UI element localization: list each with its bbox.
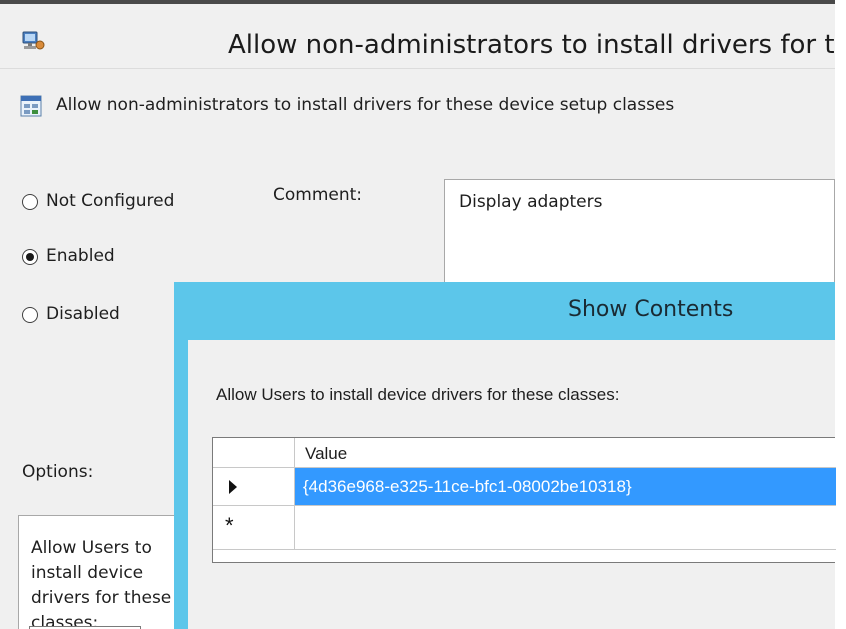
policy-app-icon (22, 31, 45, 50)
radio-label: Disabled (46, 304, 120, 324)
radio-button[interactable] (22, 307, 38, 323)
radio-selected-dot (26, 253, 34, 261)
dialog-client-area: Allow Users to install device drivers fo… (188, 340, 836, 629)
value-column-header[interactable]: Value (295, 438, 836, 468)
new-row-selector[interactable]: * (213, 506, 295, 550)
new-row-asterisk-icon: * (225, 513, 234, 538)
title-bar[interactable]: Allow non-administrators to install driv… (0, 4, 835, 69)
comment-text: Display adapters (459, 192, 603, 212)
policy-setting-icon (20, 95, 42, 117)
dialog-title-bar[interactable]: Show Contents (174, 282, 835, 338)
window-right-edge (835, 0, 846, 629)
options-description: Allow Users to install device drivers fo… (31, 538, 172, 629)
radio-button[interactable] (22, 194, 38, 210)
setting-name: Allow non-administrators to install driv… (56, 95, 675, 115)
value-column-header-label: Value (305, 444, 348, 463)
new-row-cell[interactable] (295, 506, 836, 550)
comment-label: Comment: (273, 185, 363, 205)
options-panel: Allow Users to install device drivers fo… (18, 515, 178, 629)
values-grid[interactable]: Value {4d36e968-e325-11ce-bfc1-08002be10… (212, 437, 836, 563)
window-title: Allow non-administrators to install driv… (228, 30, 835, 60)
row-selector[interactable] (213, 468, 295, 506)
show-contents-dialog: Show Contents Allow Users to install dev… (174, 282, 836, 629)
dialog-prompt: Allow Users to install device drivers fo… (216, 385, 620, 404)
grid-corner-header[interactable] (213, 438, 295, 468)
comment-textarea[interactable]: Display adapters (444, 179, 835, 289)
dialog-title: Show Contents (568, 297, 734, 322)
grid-cell-value: {4d36e968-e325-11ce-bfc1-08002be10318} (303, 477, 632, 496)
options-label: Options: (22, 462, 94, 482)
radio-label: Enabled (46, 246, 115, 266)
current-row-arrow-icon (229, 480, 237, 494)
radio-button-selected[interactable] (22, 249, 38, 265)
radio-label: Not Configured (46, 191, 175, 211)
grid-cell-selected[interactable]: {4d36e968-e325-11ce-bfc1-08002be10318} (295, 468, 836, 506)
